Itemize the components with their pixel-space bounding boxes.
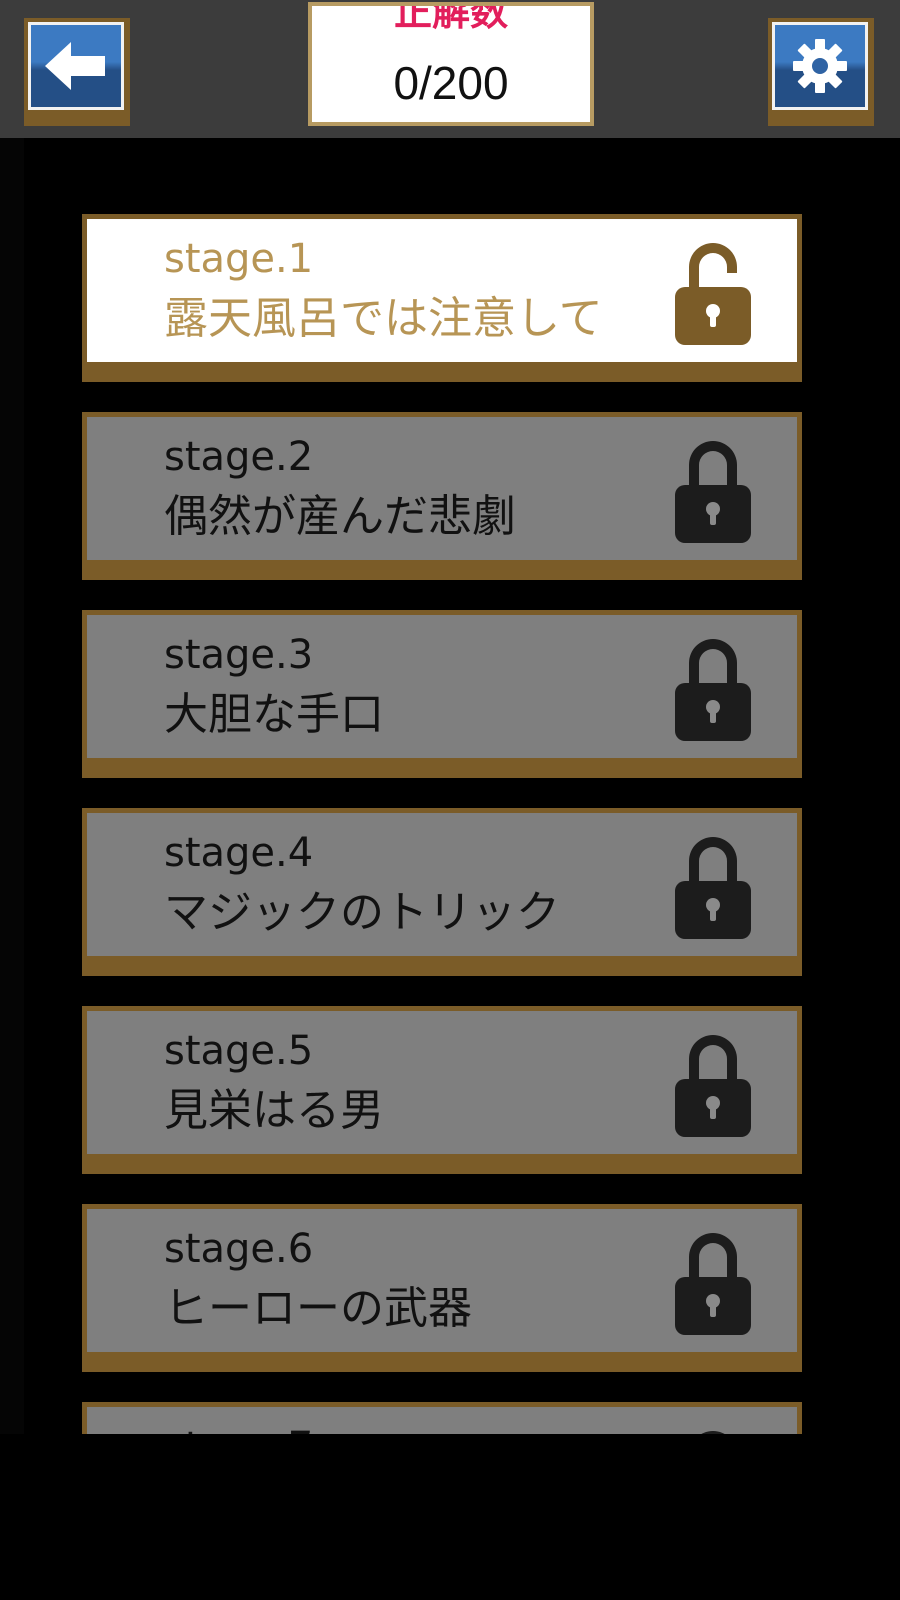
stage-title: ヒーローの武器 (164, 1283, 472, 1334)
stage-list[interactable]: stage.1 露天風呂では注意して stage.2 偶然が産んだ悲劇 stag… (0, 138, 900, 1434)
lock-icon (675, 837, 751, 939)
stage-card: stage.6 ヒーローの武器 (87, 1209, 797, 1352)
stage-title: 露天風呂では注意して (164, 293, 603, 344)
stage-number: stage.7 (164, 1425, 313, 1434)
stage-card: stage.2 偶然が産んだ悲劇 (87, 417, 797, 560)
stage-card: stage.1 露天風呂では注意して (87, 219, 797, 362)
stage-item-4[interactable]: stage.4 マジックのトリック (82, 808, 802, 976)
stage-item-1[interactable]: stage.1 露天風呂では注意して (82, 214, 802, 382)
back-button-face (28, 22, 124, 110)
stage-title: マジックのトリック (164, 887, 560, 938)
score-label: 正解数 (393, 6, 508, 34)
stage-number: stage.5 (164, 1028, 314, 1074)
stage-number: stage.3 (164, 632, 314, 678)
stage-card: stage.7 (87, 1407, 797, 1434)
stage-item-7[interactable]: stage.7 (82, 1402, 802, 1434)
stage-number: stage.2 (164, 434, 314, 480)
score-panel: 正解数 0/200 (308, 2, 594, 126)
lock-icon (701, 1431, 725, 1434)
ad-banner-area (0, 1434, 900, 1600)
stage-title: 偶然が産んだ悲劇 (164, 491, 516, 542)
list-margin (0, 138, 24, 1434)
arrow-left-icon (45, 42, 105, 90)
stage-item-3[interactable]: stage.3 大胆な手口 (82, 610, 802, 778)
back-button[interactable] (24, 18, 130, 126)
stage-item-5[interactable]: stage.5 見栄はる男 (82, 1006, 802, 1174)
stage-title: 大胆な手口 (164, 689, 384, 740)
stage-number: stage.1 (164, 236, 314, 282)
stage-number: stage.4 (164, 830, 314, 876)
top-bar: 正解数 0/200 (0, 0, 900, 138)
score-value: 0/200 (393, 57, 509, 109)
stage-title: 見栄はる男 (164, 1085, 384, 1136)
gear-icon (793, 39, 847, 93)
stage-card: stage.3 大胆な手口 (87, 615, 797, 758)
lock-open-icon (675, 243, 751, 345)
stage-number: stage.6 (164, 1226, 314, 1272)
lock-icon (675, 1233, 751, 1335)
stage-item-2[interactable]: stage.2 偶然が産んだ悲劇 (82, 412, 802, 580)
stage-card: stage.5 見栄はる男 (87, 1011, 797, 1154)
stage-item-6[interactable]: stage.6 ヒーローの武器 (82, 1204, 802, 1372)
settings-button[interactable] (768, 18, 874, 126)
lock-icon (675, 1035, 751, 1137)
stage-card: stage.4 マジックのトリック (87, 813, 797, 956)
lock-icon (675, 441, 751, 543)
settings-button-face (772, 22, 868, 110)
lock-icon (675, 639, 751, 741)
